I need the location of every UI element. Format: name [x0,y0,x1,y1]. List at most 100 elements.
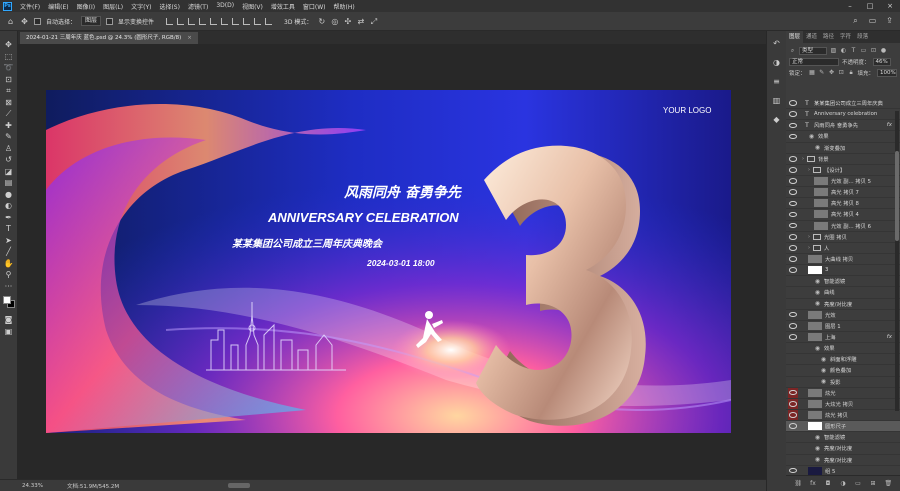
opacity-input[interactable]: 46% [872,57,891,66]
hand-tool-icon[interactable]: ✋ [3,258,15,270]
healing-brush-icon[interactable]: ✚ [3,120,15,132]
visibility-eye-icon[interactable] [788,232,798,242]
effect-visibility-icon[interactable]: ◉ [814,289,821,296]
filter-shape-icon[interactable]: ▭ [860,47,867,54]
layer-row[interactable]: 高光 拷贝 4 [786,209,900,221]
effect-visibility-icon[interactable]: ◉ [820,356,827,363]
horizontal-scrollbar[interactable] [228,483,250,488]
menu-item[interactable]: 帮助(H) [330,2,359,11]
distribute-icon[interactable] [254,17,262,25]
color-icon[interactable]: ◆ [772,115,782,125]
document-size[interactable]: 文档:51.9M/545.2M [67,482,119,490]
more-tools-icon[interactable]: ··· [3,281,15,293]
visibility-eye-icon[interactable] [788,421,798,431]
visibility-eye-icon[interactable] [788,332,798,342]
gradient-icon[interactable]: ▤ [3,177,15,189]
effect-visibility-icon[interactable]: ◉ [814,456,821,463]
visibility-eye-icon[interactable] [788,310,798,320]
visibility-eye-icon[interactable] [788,131,798,141]
menu-item[interactable]: 编辑(E) [44,2,72,11]
effect-visibility-icon[interactable]: ◉ [820,378,827,385]
fill-input[interactable]: 100% [877,68,898,77]
effect-visibility-icon[interactable]: ◉ [814,300,821,307]
visibility-eye-icon[interactable] [788,387,798,398]
maximize-icon[interactable]: □ [860,0,880,12]
document-tab[interactable]: 2024-01-21 三周年庆 蓝色.psd @ 24.3% (圆形尺子, RG… [20,32,198,44]
layer-row[interactable]: 上海 fx [786,332,900,344]
fx-icon[interactable]: fx [810,480,817,487]
new-layer-icon[interactable]: ⊞ [870,480,877,487]
visibility-eye-icon[interactable] [788,198,798,208]
layer-row[interactable]: T 风雨同舟 奋勇争先 fx [786,120,900,132]
layer-row[interactable]: 光效 [786,310,900,321]
3d-pan-icon[interactable]: ✣ [343,17,352,26]
layer-row[interactable]: 光效 副... 拷贝 6 [786,221,900,232]
panel-tab[interactable]: 路径 [820,31,837,43]
line-tool-icon[interactable]: ╱ [3,246,15,258]
filter-adjust-icon[interactable]: ◐ [840,47,847,54]
adjustment-layer-icon[interactable]: ◑ [840,480,847,487]
panel-tab[interactable]: 段落 [854,31,871,43]
layer-row[interactable]: 组 5 [786,466,900,475]
3d-slide-icon[interactable]: ⇄ [356,17,365,26]
blend-mode-dropdown[interactable]: 正常 [789,57,839,66]
layers-scrollbar[interactable] [895,111,899,411]
effect-visibility-icon[interactable]: ◉ [814,445,821,452]
object-select-icon[interactable]: ⊡ [3,74,15,86]
search-icon[interactable]: ⌕ [851,16,860,25]
layer-row[interactable]: 图层 1 [786,321,900,332]
effect-visibility-icon[interactable]: ◉ [814,278,821,285]
3d-rotate-icon[interactable]: ↻ [317,17,326,26]
layer-row[interactable]: ◉ 斜面和浮雕 [786,354,900,366]
color-swatches[interactable] [2,296,15,308]
close-icon[interactable]: × [880,0,900,12]
menu-item[interactable]: 窗口(W) [299,2,330,11]
lock-all-icon[interactable]: 🔒︎ [848,69,855,76]
distribute-icon[interactable] [243,17,251,25]
minimize-icon[interactable]: – [840,0,860,12]
filter-smart-icon[interactable]: ⊡ [870,47,877,54]
brush-tool-icon[interactable]: ✎ [3,131,15,143]
move-tool-icon[interactable]: ✥ [20,17,29,26]
eyedropper-icon[interactable]: ⟋ [3,108,15,120]
lock-artboard-icon[interactable]: ⊡ [838,69,845,76]
marquee-tool-icon[interactable]: ⬚ [3,51,15,63]
visibility-eye-icon[interactable] [788,187,798,197]
layer-row[interactable]: 大曲线 拷贝 [786,254,900,266]
effect-visibility-icon[interactable]: ◉ [814,434,821,441]
visibility-eye-icon[interactable] [788,209,798,219]
pen-tool-icon[interactable]: ✒ [3,212,15,224]
visibility-eye-icon[interactable] [788,120,798,130]
dodge-tool-icon[interactable]: ◐ [3,200,15,212]
frame-tool-icon[interactable]: ⊠ [3,97,15,109]
layer-row[interactable]: 光效 副... 拷贝 5 [786,176,900,188]
screen-mode-icon[interactable]: ▣ [3,326,15,338]
lock-move-icon[interactable]: ✥ [828,69,835,76]
fx-badge-icon[interactable]: fx [887,122,892,128]
effect-visibility-icon[interactable]: ◉ [808,133,815,140]
panel-tab[interactable]: 字符 [837,31,854,43]
workspace-icon[interactable]: ▭ [868,16,877,25]
share-icon[interactable]: ⇪ [885,16,894,25]
trash-icon[interactable]: 🗑︎ [885,480,893,487]
quick-mask-icon[interactable]: ◙ [3,314,15,326]
menu-item[interactable]: 3D(D) [212,2,238,11]
visibility-eye-icon[interactable] [788,398,798,409]
document-canvas[interactable]: 3 YOUR LOGO 风雨同舟 奋勇争先 ANNIVERSARY CELEBR… [46,90,731,433]
layer-row[interactable]: ◉ 智能滤镜 [786,276,900,288]
align-center-icon[interactable] [177,17,185,25]
auto-select-checkbox[interactable] [34,17,41,25]
layer-row[interactable]: 炫光 拷贝 [786,410,900,422]
history-icon[interactable]: ↶ [772,39,782,49]
visibility-eye-icon[interactable] [788,321,798,331]
align-middle-icon[interactable] [210,17,218,25]
layer-row[interactable]: ◉ 效果 [786,131,900,143]
visibility-eye-icon[interactable] [788,254,798,264]
properties-icon[interactable]: ≡ [772,77,782,87]
menu-item[interactable]: 滤镜(T) [184,2,212,11]
align-left-icon[interactable] [166,17,174,25]
visibility-eye-icon[interactable] [788,176,798,186]
visibility-eye-icon[interactable] [788,466,798,475]
move-tool-icon[interactable]: ✥ [3,39,15,51]
visibility-eye-icon[interactable] [788,165,798,175]
